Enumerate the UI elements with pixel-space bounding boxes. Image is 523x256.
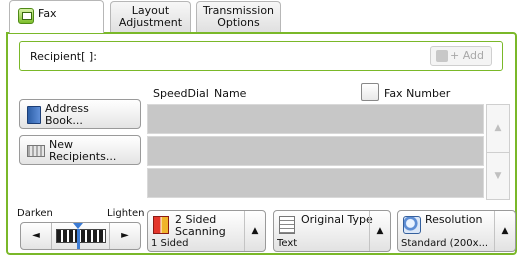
original-type-title: Original Type bbox=[301, 213, 373, 226]
document-icon bbox=[279, 216, 295, 234]
lighten-arrow-button[interactable]: ► bbox=[109, 223, 140, 249]
new-recipients-button[interactable]: New Recipients... bbox=[19, 135, 141, 165]
tab-fax[interactable]: Fax bbox=[9, 0, 104, 33]
tab-bar: Fax Layout Adjustment Transmission Optio… bbox=[0, 0, 523, 33]
tab-layout-adjustment-label: Layout Adjustment bbox=[118, 4, 183, 29]
original-type-value: Text bbox=[277, 238, 298, 249]
darken-arrow-button[interactable]: ◄ bbox=[21, 223, 52, 249]
original-type-arrow[interactable]: ▲ bbox=[369, 211, 390, 251]
add-recipient-button[interactable]: + Add bbox=[430, 46, 492, 66]
tab-layout-adjustment[interactable]: Layout Adjustment bbox=[110, 1, 191, 32]
tab-fax-label: Fax bbox=[38, 7, 57, 20]
address-book-icon bbox=[27, 106, 41, 124]
original-type-button[interactable]: Original Type Text ▲ bbox=[273, 210, 391, 252]
list-row[interactable] bbox=[147, 104, 484, 134]
two-sided-scanning-title: 2 Sided Scanning bbox=[175, 213, 226, 238]
magnifier-icon bbox=[403, 216, 421, 234]
darkness-slider[interactable]: ◄ ► bbox=[20, 222, 141, 250]
add-recipient-label: + Add bbox=[449, 49, 484, 62]
column-header-speeddial: SpeedDial bbox=[153, 87, 209, 100]
lighten-label: Lighten bbox=[107, 208, 145, 219]
column-header-name: Name bbox=[214, 87, 247, 100]
tab-transmission-options[interactable]: Transmission Options bbox=[196, 1, 281, 32]
fax-number-checkbox[interactable] bbox=[361, 83, 379, 101]
list-row[interactable] bbox=[147, 136, 484, 166]
two-sided-icon bbox=[153, 216, 169, 234]
darken-label: Darken bbox=[17, 208, 53, 219]
resolution-value: Standard (200x... bbox=[401, 238, 489, 249]
new-recipients-label: New Recipients... bbox=[49, 138, 117, 163]
scroll-down-button[interactable]: ▼ bbox=[487, 153, 509, 199]
scroll-up-button[interactable]: ▲ bbox=[487, 105, 509, 153]
two-sided-scanning-arrow[interactable]: ▲ bbox=[244, 211, 265, 251]
list-row[interactable] bbox=[147, 168, 484, 198]
resolution-arrow[interactable]: ▲ bbox=[494, 211, 515, 251]
speeddial-list bbox=[147, 104, 484, 199]
column-header-fax-number: Fax Number bbox=[384, 87, 451, 100]
resolution-title: Resolution bbox=[425, 213, 483, 226]
two-sided-scanning-value: 1 Sided bbox=[151, 238, 189, 249]
two-sided-scanning-button[interactable]: 2 Sided Scanning 1 Sided ▲ bbox=[147, 210, 266, 252]
address-book-button[interactable]: Address Book... bbox=[19, 99, 141, 129]
recipient-field[interactable]: Recipient[ ]: + Add bbox=[19, 41, 503, 71]
fax-icon bbox=[18, 8, 34, 24]
list-scrollbar: ▲ ▼ bbox=[486, 104, 510, 200]
tab-transmission-options-label: Transmission Options bbox=[202, 4, 275, 29]
resolution-button[interactable]: Resolution Standard (200x... ▲ bbox=[397, 210, 516, 252]
recipient-label: Recipient[ ]: bbox=[30, 50, 97, 63]
add-recipient-icon bbox=[436, 50, 448, 62]
darkness-indicator[interactable] bbox=[73, 223, 83, 249]
address-book-label: Address Book... bbox=[45, 102, 89, 127]
keyboard-icon bbox=[27, 145, 45, 157]
